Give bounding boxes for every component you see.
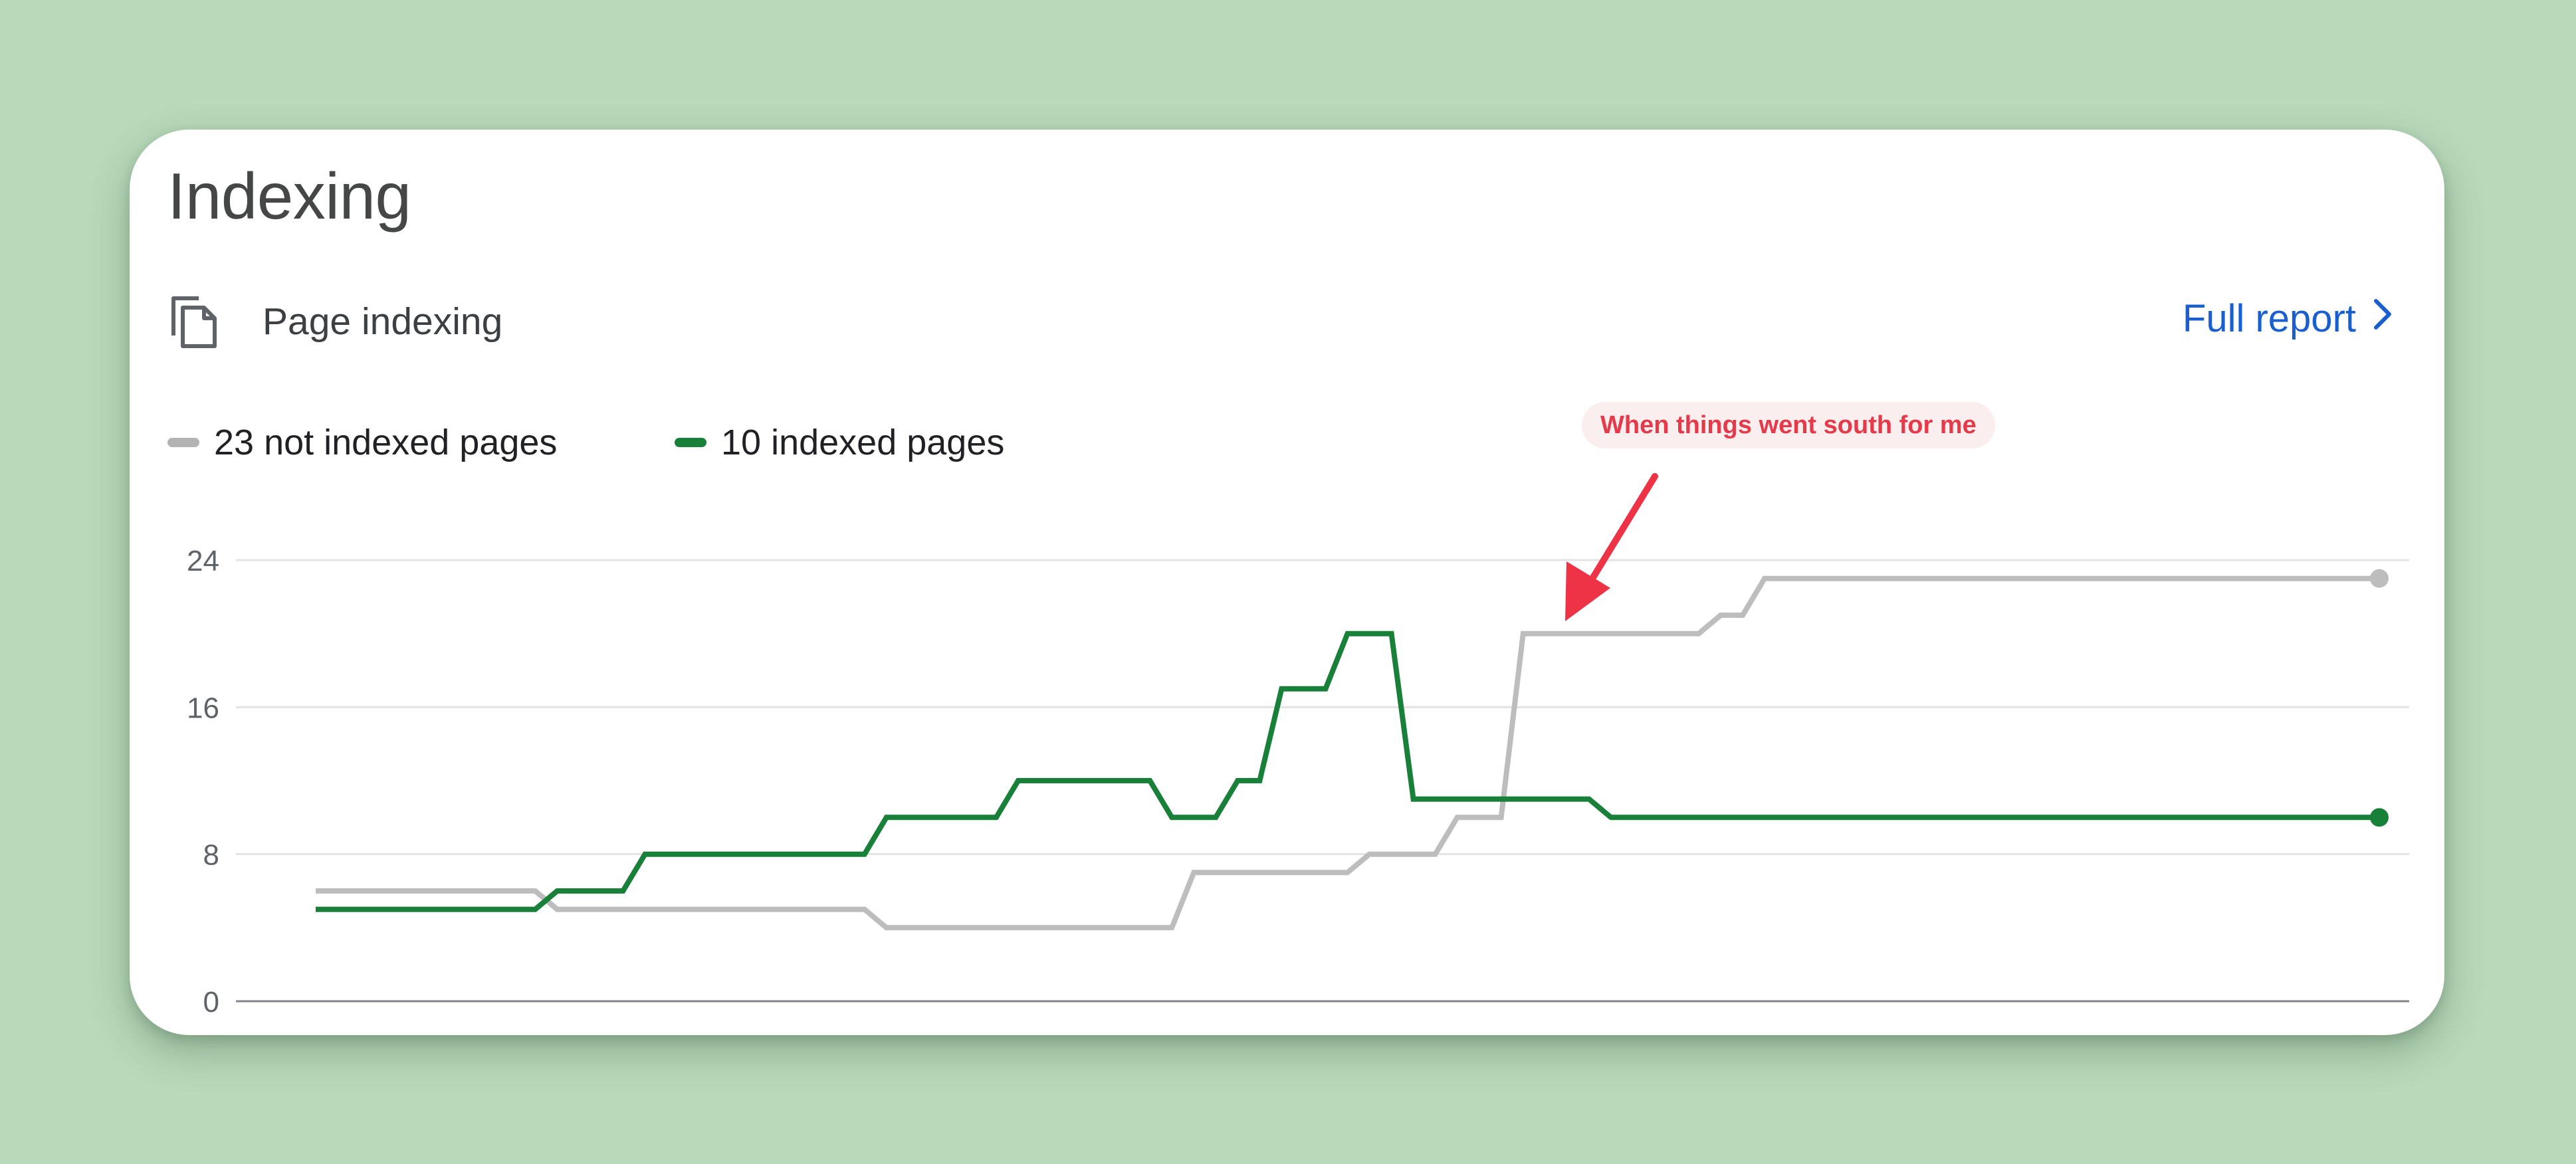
y-tick-label: 8 — [203, 839, 219, 872]
y-tick-label: 16 — [187, 692, 219, 724]
indexing-chart: 24 16 8 0 — [187, 473, 2409, 1018]
annotation-arrow-icon — [1565, 473, 1658, 621]
series-line-not-indexed[interactable] — [316, 575, 2379, 931]
chart-series — [316, 569, 2389, 931]
chart-grid — [236, 559, 2409, 1003]
series-end-point-not-indexed[interactable] — [2370, 569, 2389, 588]
indexing-card: Indexing Page indexing Full report 23 no… — [130, 130, 2444, 1035]
y-tick-label: 0 — [203, 986, 219, 1018]
series-end-point-indexed[interactable] — [2370, 808, 2389, 827]
y-axis-ticks: 24 16 8 0 — [187, 545, 219, 1018]
series-line-indexed[interactable] — [316, 630, 2379, 912]
y-tick-label: 24 — [187, 545, 219, 577]
